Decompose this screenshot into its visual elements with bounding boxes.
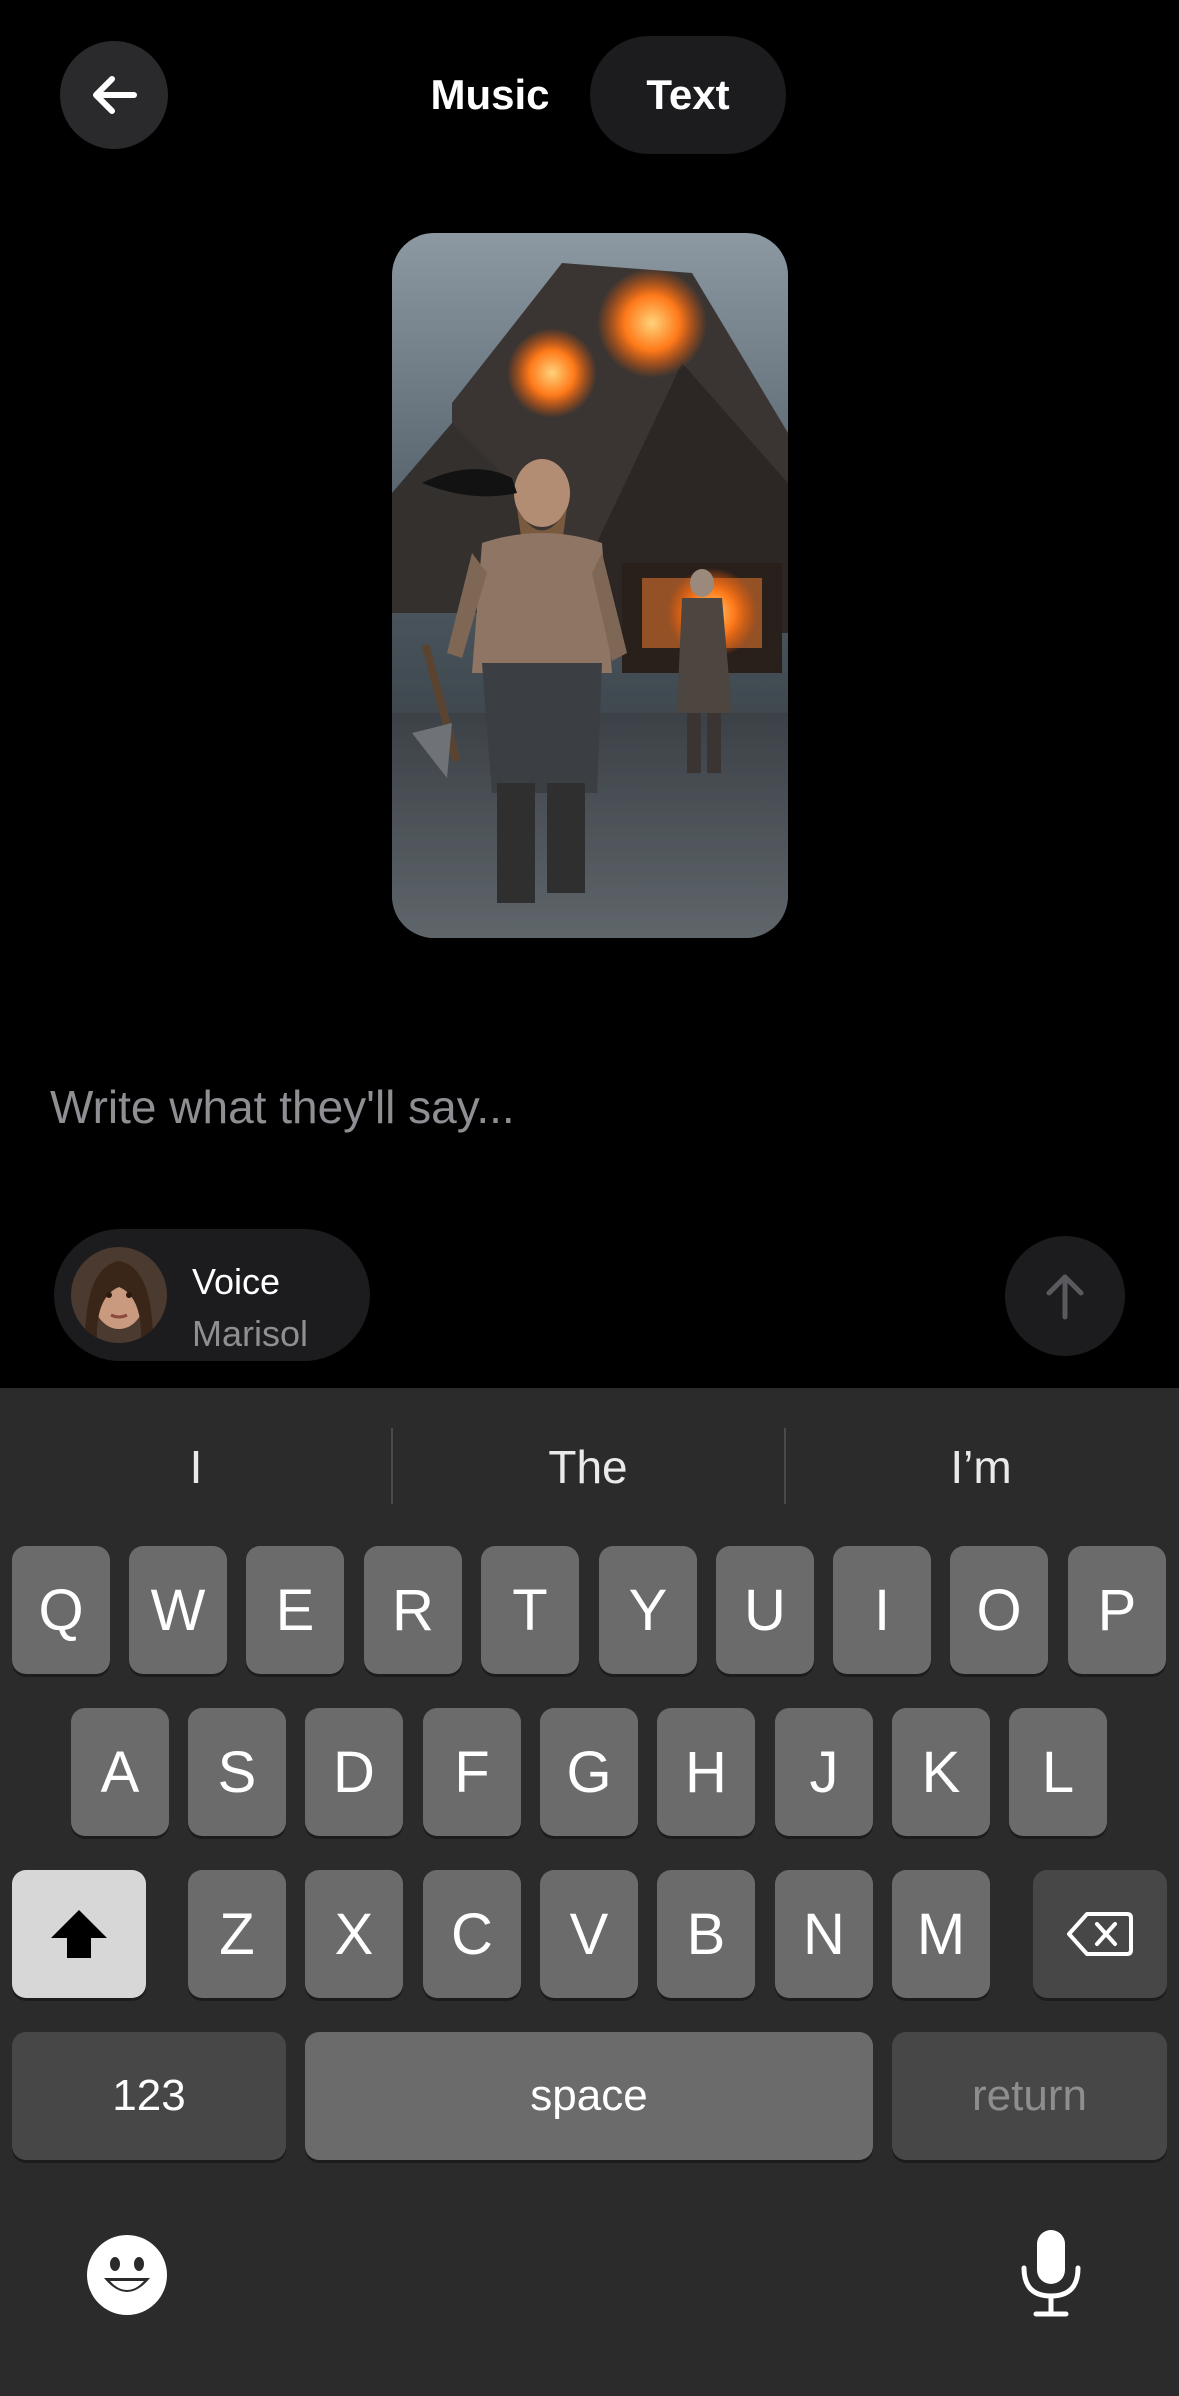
- key-j[interactable]: J: [775, 1708, 873, 1836]
- key-label: return: [972, 2071, 1087, 2120]
- numbers-key[interactable]: 123: [12, 2032, 286, 2160]
- key-e[interactable]: E: [246, 1546, 344, 1674]
- key-k[interactable]: K: [892, 1708, 990, 1836]
- key-b[interactable]: B: [657, 1870, 755, 1998]
- key-x[interactable]: X: [305, 1870, 403, 1998]
- key-label: 123: [112, 2071, 186, 2120]
- delete-icon: [1067, 1912, 1133, 1956]
- key-label: R: [392, 1577, 434, 1643]
- key-label: W: [150, 1577, 206, 1643]
- key-t[interactable]: T: [481, 1546, 579, 1674]
- arrow-left-icon: [93, 76, 137, 114]
- key-m[interactable]: M: [892, 1870, 990, 1998]
- voice-label: Voice: [192, 1261, 281, 1302]
- shift-icon: [51, 1910, 107, 1958]
- tab-music-label: Music: [430, 71, 550, 118]
- key-label: space: [530, 2071, 648, 2120]
- delete-key[interactable]: [1033, 1870, 1167, 1998]
- tab-music[interactable]: Music: [400, 36, 580, 154]
- back-button[interactable]: [60, 41, 168, 149]
- key-label: V: [569, 1901, 609, 1967]
- key-o[interactable]: O: [950, 1546, 1048, 1674]
- voice-name: Marisol: [192, 1313, 309, 1354]
- key-label: A: [100, 1739, 140, 1805]
- microphone-icon: [1021, 2230, 1081, 2317]
- tab-text-label: Text: [646, 71, 730, 118]
- suggestion-2[interactable]: The: [393, 1432, 783, 1502]
- key-label: U: [744, 1577, 786, 1643]
- key-label: H: [685, 1739, 727, 1805]
- key-r[interactable]: R: [364, 1546, 462, 1674]
- key-label: Y: [628, 1577, 668, 1643]
- suggestion-3-label: I’m: [950, 1441, 1012, 1493]
- space-key[interactable]: space: [305, 2032, 873, 2160]
- suggestion-1-label: I: [189, 1441, 203, 1493]
- key-label: E: [275, 1577, 315, 1643]
- key-label: L: [1041, 1739, 1075, 1805]
- viking-warrior-image: [392, 233, 788, 938]
- key-p[interactable]: P: [1068, 1546, 1166, 1674]
- key-w[interactable]: W: [129, 1546, 227, 1674]
- keyboard: I The I’m Q W E R T Y U I O P A S D F G …: [0, 1388, 1179, 2396]
- key-g[interactable]: G: [540, 1708, 638, 1836]
- key-d[interactable]: D: [305, 1708, 403, 1836]
- key-h[interactable]: H: [657, 1708, 755, 1836]
- emoji-button[interactable]: [86, 2234, 168, 2316]
- key-label: F: [454, 1739, 490, 1805]
- emoji-icon: [87, 2235, 167, 2315]
- key-q[interactable]: Q: [12, 1546, 110, 1674]
- key-s[interactable]: S: [188, 1708, 286, 1836]
- message-input[interactable]: Write what they'll say...: [50, 1080, 515, 1134]
- key-i[interactable]: I: [833, 1546, 931, 1674]
- tab-text[interactable]: Text: [590, 36, 786, 154]
- key-label: J: [809, 1739, 839, 1805]
- key-z[interactable]: Z: [188, 1870, 286, 1998]
- key-label: Z: [219, 1901, 255, 1967]
- key-label: T: [512, 1577, 548, 1643]
- key-label: Q: [38, 1577, 84, 1643]
- key-label: I: [873, 1577, 891, 1643]
- key-l[interactable]: L: [1009, 1708, 1107, 1836]
- key-n[interactable]: N: [775, 1870, 873, 1998]
- key-label: K: [921, 1739, 961, 1805]
- arrow-up-icon: [1046, 1274, 1084, 1320]
- key-label: P: [1097, 1577, 1137, 1643]
- preview-image[interactable]: [392, 233, 788, 938]
- key-label: N: [803, 1901, 845, 1967]
- key-label: X: [334, 1901, 374, 1967]
- shift-key[interactable]: [12, 1870, 146, 1998]
- key-y[interactable]: Y: [599, 1546, 697, 1674]
- key-c[interactable]: C: [423, 1870, 521, 1998]
- message-placeholder: Write what they'll say...: [50, 1081, 515, 1133]
- key-label: S: [217, 1739, 257, 1805]
- send-button[interactable]: [1005, 1236, 1125, 1356]
- suggestion-2-label: The: [548, 1441, 628, 1493]
- key-label: C: [451, 1901, 493, 1967]
- key-label: G: [566, 1739, 612, 1805]
- key-label: D: [333, 1739, 375, 1805]
- key-u[interactable]: U: [716, 1546, 814, 1674]
- microphone-button[interactable]: [1018, 2228, 1084, 2318]
- suggestion-1[interactable]: I: [1, 1432, 391, 1502]
- key-a[interactable]: A: [71, 1708, 169, 1836]
- key-label: M: [916, 1901, 966, 1967]
- return-key[interactable]: return: [892, 2032, 1167, 2160]
- key-v[interactable]: V: [540, 1870, 638, 1998]
- key-label: O: [976, 1577, 1022, 1643]
- key-f[interactable]: F: [423, 1708, 521, 1836]
- suggestion-3[interactable]: I’m: [786, 1432, 1176, 1502]
- key-label: B: [686, 1901, 726, 1967]
- voice-avatar: [71, 1247, 167, 1343]
- voice-selector[interactable]: Voice Marisol: [54, 1229, 370, 1361]
